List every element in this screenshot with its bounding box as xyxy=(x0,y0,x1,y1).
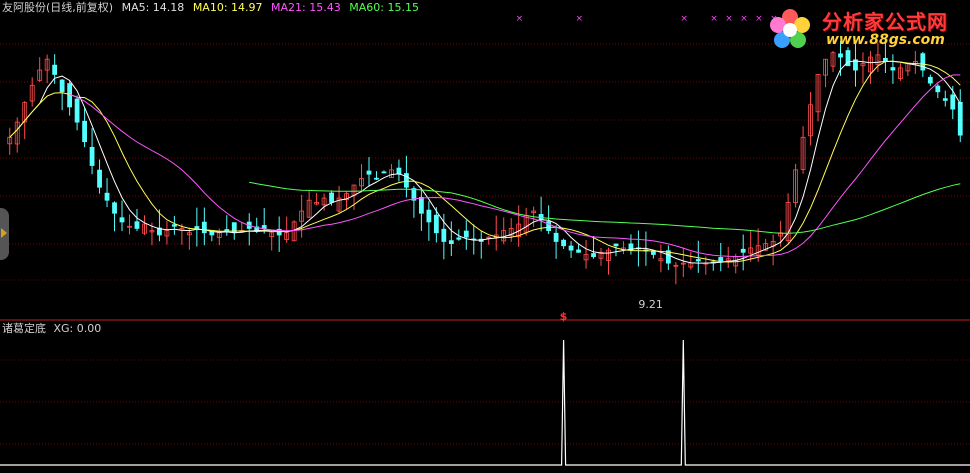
signal-x-marker: × xyxy=(516,14,524,24)
candle-body xyxy=(927,76,933,84)
candle-body xyxy=(201,221,207,234)
candlesticks xyxy=(7,39,963,285)
chart-header: 友阿股份(日线,前复权) MA5: 14.18 MA10: 14.97 MA21… xyxy=(2,1,424,15)
candle-body xyxy=(576,249,581,253)
candle-body xyxy=(418,197,424,214)
candle-body xyxy=(456,237,462,240)
candle-body xyxy=(261,225,267,229)
candle-body xyxy=(740,248,746,253)
candle-body xyxy=(441,228,447,242)
flower-icon xyxy=(770,9,810,48)
candle-body xyxy=(942,98,948,101)
stock-title: 友阿股份(日线,前复权) xyxy=(2,1,114,14)
candle-body xyxy=(838,53,843,58)
candle-body xyxy=(553,232,559,242)
logo-title: 分析家公式网 xyxy=(822,10,948,34)
candle-body xyxy=(718,257,724,262)
low-price-label: 9.21 xyxy=(638,298,663,311)
candle-body xyxy=(119,217,125,223)
grid-lines xyxy=(0,43,970,445)
candle-body xyxy=(396,167,402,175)
candle-body xyxy=(134,221,140,229)
candle-body xyxy=(561,239,566,247)
signal-x-marker: × xyxy=(576,14,584,24)
candle-body xyxy=(97,169,102,188)
logo: 分析家公式网 www.88gs.com xyxy=(768,4,968,52)
candle-body xyxy=(82,120,87,143)
candle-body xyxy=(104,192,110,201)
ma5-label: MA5: 14.18 xyxy=(121,1,185,14)
candle-body xyxy=(224,229,230,231)
candle-body xyxy=(329,192,334,203)
candle-body xyxy=(957,101,963,136)
signal-x-marker: × xyxy=(680,14,688,24)
indicator-name: 诸葛定底 xyxy=(2,322,46,335)
top-markers: ×××××××× xyxy=(516,14,778,24)
candle-body xyxy=(935,85,941,93)
indicator-panel xyxy=(0,339,970,466)
candle-body xyxy=(194,226,200,229)
signal-marker: $ xyxy=(560,310,568,323)
candle-body xyxy=(613,243,619,247)
candle-body xyxy=(89,146,95,166)
candle-body xyxy=(463,230,469,238)
candle-body xyxy=(381,171,387,174)
signal-x-marker: × xyxy=(755,14,763,24)
indicator-header: 诸葛定底 XG: 0.00 xyxy=(2,322,101,336)
ma60-label: MA60: 15.15 xyxy=(349,1,419,14)
candle-body xyxy=(591,253,596,258)
arrow-right-icon xyxy=(1,228,7,238)
signal-x-marker: × xyxy=(710,14,718,24)
ma10-label: MA10: 14.97 xyxy=(192,1,263,14)
candle-body xyxy=(695,259,701,262)
candle-body xyxy=(650,251,656,255)
candle-body xyxy=(59,79,65,93)
logo-url: www.88gs.com xyxy=(826,32,945,48)
candle-body xyxy=(890,67,896,71)
candle-body xyxy=(568,245,574,251)
candle-body xyxy=(52,64,58,75)
stock-chart: ×××××××× 9.21 $ xyxy=(0,14,970,466)
side-expand-tab[interactable] xyxy=(0,208,9,260)
candle-body xyxy=(74,98,80,123)
candle-body xyxy=(171,224,177,227)
candle-body xyxy=(950,94,956,110)
indicator-value: XG: 0.00 xyxy=(53,322,102,335)
candle-body xyxy=(433,214,439,234)
candle-body xyxy=(366,170,372,175)
candle-body xyxy=(426,209,432,223)
candle-body xyxy=(546,221,552,231)
signal-x-marker: × xyxy=(725,14,733,24)
candle-body xyxy=(112,202,117,214)
xg-signal-line xyxy=(0,339,970,466)
signal-x-marker: × xyxy=(740,14,748,24)
candle-body xyxy=(209,231,215,236)
ma21-label: MA21: 15.43 xyxy=(271,1,341,14)
candle-body xyxy=(448,240,454,245)
candle-body xyxy=(374,177,379,180)
